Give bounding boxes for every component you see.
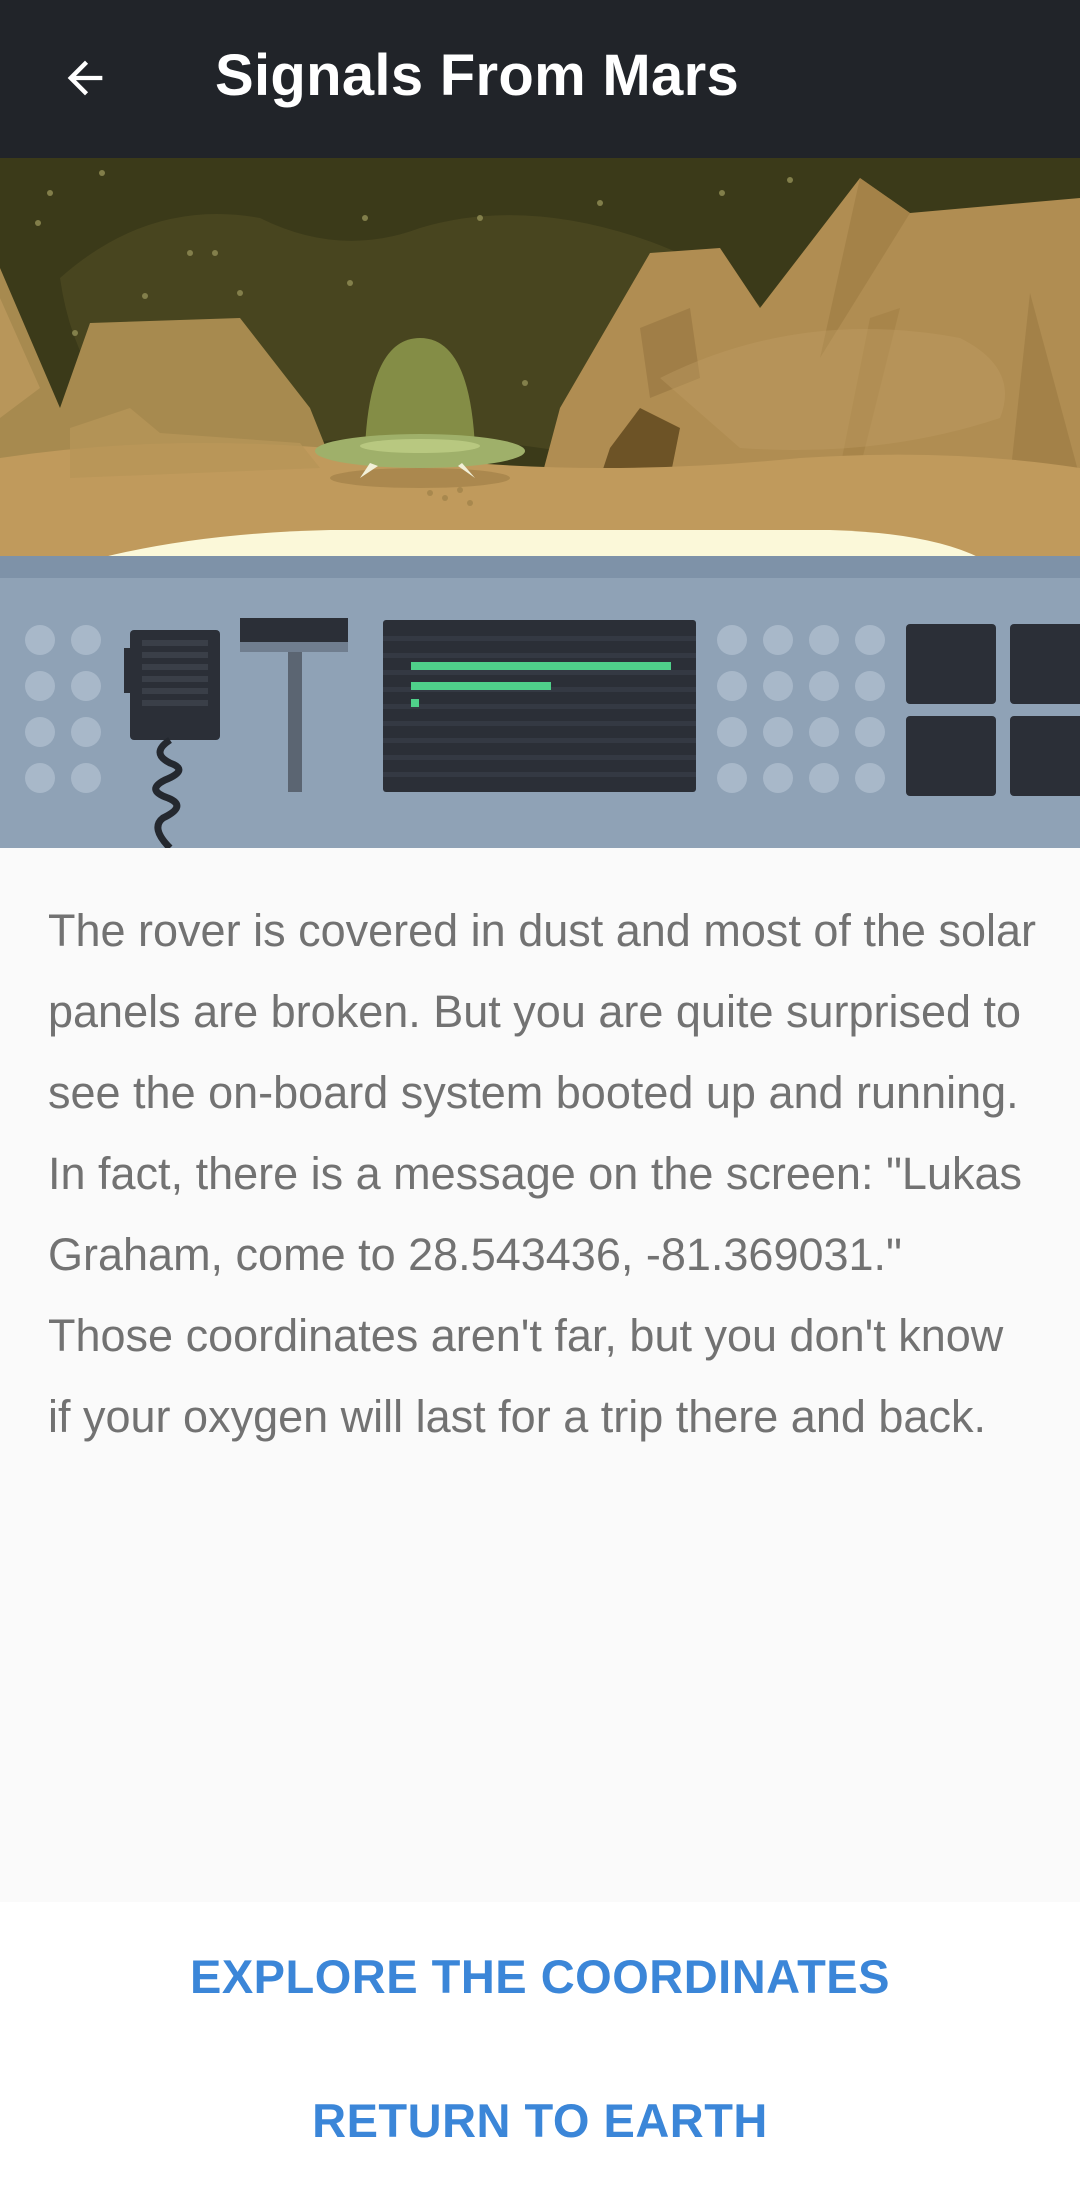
arrow-back-icon [67,60,103,96]
story-text: The rover is covered in dust and most of… [48,905,1036,1442]
back-button[interactable] [40,33,130,123]
explore-coordinates-button[interactable]: EXPLORE THE COORDINATES [0,1942,1080,2012]
mars-rover-illustration [0,158,1080,848]
action-panel: EXPLORE THE COORDINATES RETURN TO EARTH [0,1902,1080,2188]
app-bar: Signals From Mars [0,0,1080,158]
return-to-earth-button[interactable]: RETURN TO EARTH [0,2086,1080,2156]
page-title: Signals From Mars [215,43,740,108]
